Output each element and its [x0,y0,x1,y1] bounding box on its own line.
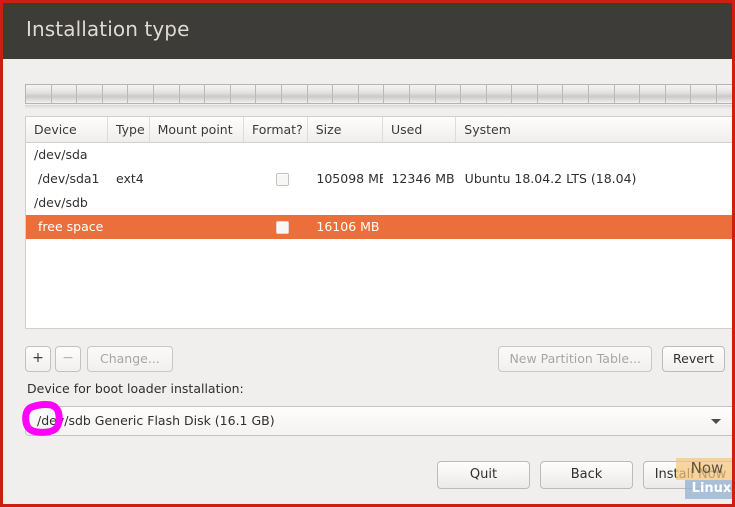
table-column-header[interactable]: Mount point [150,117,244,142]
table-cell-type [108,215,150,239]
format-checkbox[interactable] [276,221,289,234]
partition-bar-segment [640,85,666,103]
partition-bar-segment [487,85,513,103]
partition-bar-segment [205,85,231,103]
partition-bar-segment [563,85,589,103]
table-cell-device: /dev/sdb [26,191,108,215]
partition-bar-segment [77,85,103,103]
table-cell-device: /dev/sda [26,143,108,167]
back-button[interactable]: Back [540,461,633,489]
partition-toolbar: + − Change... New Partition Table... Rev… [25,346,735,372]
partition-bar-segment [154,85,180,103]
partition-bar-segment [666,85,692,103]
partition-bar-segment [691,85,717,103]
partition-bar-segment [589,85,615,103]
partition-bar-segment [538,85,564,103]
partition-bar-segment [512,85,538,103]
quit-button[interactable]: Quit [437,461,530,489]
table-cell-size: 105098 MB [308,167,383,191]
table-row[interactable]: /dev/sda [26,143,735,167]
chevron-down-icon [711,419,721,424]
partition-bar-segment [128,85,154,103]
partition-bar-segment [384,85,410,103]
remove-partition-button[interactable]: − [55,346,81,372]
table-cell-device: free space [26,215,108,239]
table-row[interactable]: /dev/sda1ext4 105098 MB12346 MBUbuntu 18.… [26,167,735,191]
window-content: DeviceTypeMount pointFormat?SizeUsedSyst… [3,59,732,504]
table-cell-mount-point [149,143,243,167]
bootloader-device-select[interactable]: /dev/sdb Generic Flash Disk (16.1 GB) [25,406,735,436]
change-partition-button[interactable]: Change... [87,346,173,372]
table-cell-type [108,191,150,215]
page-title: Installation type [26,17,190,41]
table-cell-used: 12346 MB [383,167,456,191]
table-column-header[interactable]: Format? [244,117,308,142]
format-checkbox[interactable] [276,173,289,186]
table-column-header[interactable]: System [456,117,735,142]
table-cell-size [308,143,383,167]
table-row[interactable]: free space 16106 MB [26,215,735,239]
partition-bar-segment [410,85,436,103]
partition-bar-segment [333,85,359,103]
partition-bar-segment [180,85,206,103]
window-titlebar: Installation type [3,3,732,59]
partition-usage-bar [25,84,735,104]
partition-bar-segment [436,85,462,103]
revert-button[interactable]: Revert [662,346,725,372]
table-column-header[interactable]: Used [383,117,456,142]
table-cell-size [308,191,383,215]
table-cell-size: 16106 MB [308,215,383,239]
partition-bar-segment [103,85,129,103]
table-cell-type: ext4 [108,167,150,191]
partition-bar-segment [359,85,385,103]
partition-bar-segment [461,85,487,103]
table-header-row: DeviceTypeMount pointFormat?SizeUsedSyst… [26,117,735,143]
table-cell-used [383,191,456,215]
add-partition-button[interactable]: + [25,346,51,372]
table-cell-system [457,191,735,215]
installer-window: Installation type DeviceTypeMount pointF… [0,0,735,507]
format-checkbox-cell [244,191,309,215]
table-column-header[interactable]: Device [26,117,108,142]
table-column-header[interactable]: Size [308,117,383,142]
format-checkbox-cell [244,143,309,167]
partition-bar-shadow [25,105,735,109]
table-cell-system [457,143,735,167]
table-row[interactable]: /dev/sdb [26,191,735,215]
partition-bar-segment [26,85,52,103]
format-checkbox-cell[interactable] [244,167,309,191]
bootloader-selected-value: /dev/sdb Generic Flash Disk (16.1 GB) [37,407,275,435]
table-cell-device: /dev/sda1 [26,167,108,191]
partition-bar-segment [52,85,78,103]
partition-bar-segment [231,85,257,103]
table-cell-type [108,143,150,167]
partition-bar-segment [717,85,735,103]
table-cell-mount-point [149,191,243,215]
table-cell-system [457,215,735,239]
format-checkbox-cell[interactable] [244,215,309,239]
partition-table[interactable]: DeviceTypeMount pointFormat?SizeUsedSyst… [25,116,735,329]
bootloader-label: Device for boot loader installation: [27,381,244,396]
table-cell-used [383,215,456,239]
table-cell-system: Ubuntu 18.04.2 LTS (18.04) [457,167,735,191]
partition-bar-segment [308,85,334,103]
new-partition-table-button[interactable]: New Partition Table... [498,346,652,372]
table-body[interactable]: /dev/sda/dev/sda1ext4 105098 MB12346 MBUb… [26,143,735,239]
table-cell-mount-point [150,167,244,191]
table-cell-mount-point [150,215,244,239]
partition-bar-segment [282,85,308,103]
install-now-button[interactable]: Install Now [643,461,735,489]
table-cell-used [383,143,456,167]
partition-bar-segment [615,85,641,103]
table-column-header[interactable]: Type [108,117,150,142]
partition-bar-segment [256,85,282,103]
